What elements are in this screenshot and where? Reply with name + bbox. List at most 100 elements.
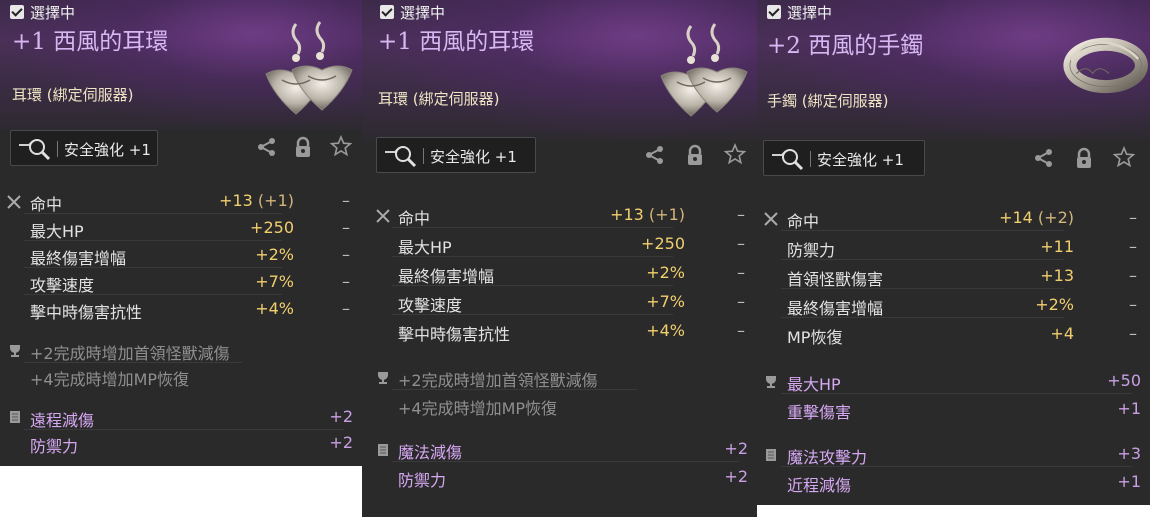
stat-label: 命中 bbox=[398, 209, 431, 228]
safe-enhance-button[interactable]: 安全強化 +1 bbox=[376, 137, 536, 173]
bracelet-icon bbox=[1063, 37, 1148, 94]
stat-label: 命中 bbox=[30, 195, 63, 214]
earring-icon bbox=[265, 21, 353, 115]
set-bonus-row: +4完成時增加MP恢復 bbox=[0, 363, 362, 389]
stat-label: 防禦力 bbox=[787, 241, 836, 260]
stat-label: 最終傷害增幅 bbox=[787, 299, 884, 318]
magnifier-icon bbox=[19, 139, 51, 161]
selected-label: 選擇中 bbox=[787, 4, 833, 22]
safe-enhance-label: 安全強化 +1 bbox=[64, 141, 151, 159]
stat-trend: – bbox=[342, 245, 350, 264]
stat-label: MP恢復 bbox=[787, 328, 843, 347]
stat-label: 攻擊速度 bbox=[30, 276, 95, 295]
item-name: +1 西風的耳環 bbox=[12, 29, 169, 55]
enchant-value: +2 bbox=[724, 467, 748, 486]
stat-value: +14 (+2) bbox=[999, 208, 1074, 227]
enchant-label: 防禦力 bbox=[30, 437, 79, 456]
item-type: 耳環 (綁定伺服器) bbox=[12, 86, 134, 104]
magnifier-icon bbox=[385, 146, 417, 168]
share-icon[interactable] bbox=[256, 136, 278, 158]
stat-trend: – bbox=[1129, 208, 1137, 227]
stat-row: 首領怪獸傷害 +13 – bbox=[757, 263, 1150, 289]
stat-trend: – bbox=[342, 218, 350, 237]
enchant-row: 魔法攻擊力 +3 bbox=[757, 441, 1150, 467]
share-icon[interactable] bbox=[644, 144, 666, 166]
enchant-row: 魔法減傷 +2 bbox=[362, 436, 757, 462]
item-name: +2 西風的手鐲 bbox=[767, 33, 924, 59]
item-tooltip-panel-3: 選擇中 +2 西風的手鐲 手鐲 (綁定伺服器) 安全強化 +1 命中 +14 (… bbox=[757, 0, 1150, 505]
stat-value: +7% bbox=[255, 272, 294, 291]
stat-trend: – bbox=[737, 205, 745, 224]
stat-value: +13 bbox=[1040, 266, 1074, 285]
stat-value: +2% bbox=[646, 263, 685, 282]
stat-trend: – bbox=[1129, 237, 1137, 256]
selected-checkbox[interactable] bbox=[767, 5, 781, 19]
safe-enhance-label: 安全強化 +1 bbox=[430, 148, 517, 166]
stat-row: 擊中時傷害抗性 +4% – bbox=[362, 318, 757, 344]
stat-trend: – bbox=[1129, 295, 1137, 314]
stat-row: 最終傷害增幅 +2% – bbox=[362, 260, 757, 286]
star-icon[interactable] bbox=[330, 135, 352, 157]
enchant-value: +1 bbox=[1117, 472, 1141, 491]
stat-row: 最終傷害增幅 +2% – bbox=[757, 292, 1150, 318]
set-bonus-label: +4完成時增加MP恢復 bbox=[398, 399, 558, 418]
item-type: 耳環 (綁定伺服器) bbox=[378, 90, 500, 108]
stat-row: 最大HP +250 – bbox=[0, 215, 362, 241]
enchant-value: +2 bbox=[724, 439, 748, 458]
item-tooltip-panel-2: 選擇中 +1 西風的耳環 耳環 (綁定伺服器) 安全強化 +1 命中 +13 (… bbox=[362, 0, 757, 517]
set-stat-label: 重擊傷害 bbox=[787, 403, 852, 422]
set-stat-row: 最大HP +50 bbox=[757, 368, 1150, 394]
stat-value: +2% bbox=[1035, 295, 1074, 314]
stat-trend: – bbox=[737, 321, 745, 340]
enchant-label: 魔法減傷 bbox=[398, 443, 463, 462]
stat-row: 最大HP +250 – bbox=[362, 231, 757, 257]
stat-row: 攻擊速度 +7% – bbox=[362, 289, 757, 315]
stat-label: 最大HP bbox=[30, 222, 84, 241]
stat-label: 擊中時傷害抗性 bbox=[30, 303, 143, 322]
stat-label: 攻擊速度 bbox=[398, 296, 463, 315]
stat-trend: – bbox=[1129, 324, 1137, 343]
stat-value: +4% bbox=[255, 299, 294, 318]
safe-enhance-label: 安全強化 +1 bbox=[817, 151, 904, 169]
set-bonus-label: +2完成時增加首領怪獸減傷 bbox=[30, 344, 230, 363]
set-bonus-row: +4完成時增加MP恢復 bbox=[362, 392, 757, 418]
stat-value: +4% bbox=[646, 321, 685, 340]
set-bonus-label: +4完成時增加MP恢復 bbox=[30, 370, 190, 389]
selected-label: 選擇中 bbox=[30, 4, 76, 22]
stat-value: +13 (+1) bbox=[610, 205, 685, 224]
safe-enhance-button[interactable]: 安全強化 +1 bbox=[763, 140, 925, 176]
star-icon[interactable] bbox=[1113, 146, 1135, 168]
stat-row: 防禦力 +11 – bbox=[757, 234, 1150, 260]
set-bonus-row: +2完成時增加首領怪獸減傷 bbox=[0, 337, 362, 363]
star-icon[interactable] bbox=[724, 143, 746, 165]
stat-label: 最終傷害增幅 bbox=[398, 267, 495, 286]
selected-label: 選擇中 bbox=[400, 4, 446, 22]
enchant-value: +2 bbox=[329, 433, 353, 452]
stat-value: +2% bbox=[255, 245, 294, 264]
stat-value: +13 (+1) bbox=[219, 191, 294, 210]
item-tooltip-panel-1: 選擇中 +1 西風的耳環 耳環 (綁定伺服器) 安全強化 +1 命中 +13 (… bbox=[0, 0, 362, 466]
stat-value: +4 bbox=[1050, 324, 1074, 343]
selected-checkbox[interactable] bbox=[380, 5, 394, 19]
enchant-value: +3 bbox=[1117, 444, 1141, 463]
enchant-row: 近程減傷 +1 bbox=[757, 469, 1150, 495]
stat-value: +250 bbox=[250, 218, 294, 237]
stat-trend: – bbox=[342, 272, 350, 291]
set-stat-row: 重擊傷害 +1 bbox=[757, 396, 1150, 422]
stat-trend: – bbox=[737, 292, 745, 311]
lock-icon[interactable] bbox=[684, 144, 706, 166]
selected-checkbox[interactable] bbox=[10, 5, 24, 19]
item-name: +1 西風的耳環 bbox=[378, 29, 535, 55]
set-stat-value: +1 bbox=[1117, 399, 1141, 418]
stat-row: 命中 +14 (+2) – bbox=[757, 205, 1150, 231]
stat-label: 最大HP bbox=[398, 238, 452, 257]
safe-enhance-button[interactable]: 安全強化 +1 bbox=[10, 130, 158, 166]
enchant-label: 防禦力 bbox=[398, 471, 447, 490]
stat-label: 首領怪獸傷害 bbox=[787, 270, 884, 289]
share-icon[interactable] bbox=[1033, 147, 1055, 169]
lock-icon[interactable] bbox=[292, 136, 314, 158]
enchant-row: 防禦力 +2 bbox=[362, 464, 757, 490]
lock-icon[interactable] bbox=[1073, 147, 1095, 169]
enchant-label: 遠程減傷 bbox=[30, 411, 95, 430]
set-bonus-label: +2完成時增加首領怪獸減傷 bbox=[398, 371, 598, 390]
